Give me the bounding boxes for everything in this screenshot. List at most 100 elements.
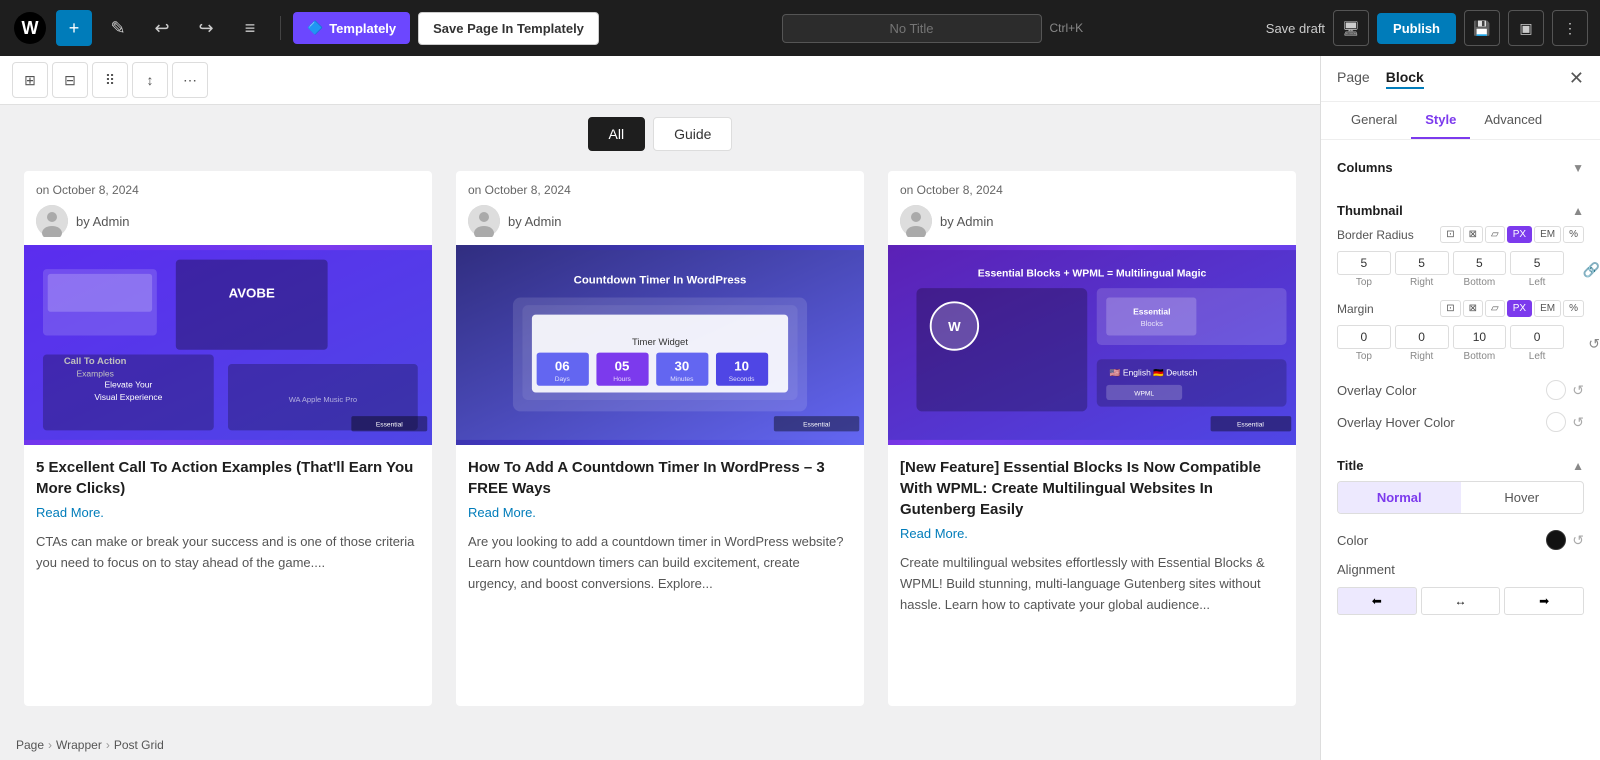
layout-icon: ▣ [1519,20,1532,37]
toolbar-drag-button[interactable]: ⠿ [92,62,128,98]
border-unit-percent[interactable]: % [1563,226,1584,243]
wp-logo[interactable]: W [12,10,48,46]
tab-general[interactable]: General [1337,102,1411,139]
toolbar-type-button[interactable]: ⊟ [52,62,88,98]
title-section-header[interactable]: Title ▲ [1337,450,1584,481]
title-color-circle[interactable] [1546,530,1566,550]
link-corners-icon[interactable]: 🔗 [1583,261,1600,278]
margin-unit-btn-icon2[interactable]: ⊠ [1463,300,1483,317]
align-left-button[interactable]: ⬅ [1337,587,1417,615]
margin-right-input[interactable] [1395,325,1449,349]
panel-close-button[interactable]: ✕ [1569,68,1584,89]
filter-all-button[interactable]: All [588,117,646,151]
normal-button[interactable]: Normal [1338,482,1461,513]
columns-header[interactable]: Columns ▼ [1337,152,1584,183]
border-unit-btn-icon2[interactable]: ⊠ [1463,226,1483,243]
margin-unit-px[interactable]: PX [1507,300,1532,317]
border-unit-px[interactable]: PX [1507,226,1532,243]
border-left-wrap: Left [1510,251,1564,288]
templately-button[interactable]: 🔷 Templately [293,12,410,44]
read-more-2[interactable]: Read More. [456,505,864,528]
border-top-input[interactable] [1337,251,1391,275]
save-draft-button[interactable]: Save draft [1266,21,1325,36]
border-unit-btn-icon1[interactable]: ⊡ [1440,226,1460,243]
overlay-hover-color-label: Overlay Hover Color [1337,415,1455,430]
margin-label: Margin [1337,302,1397,316]
filter-guide-button[interactable]: Guide [653,117,732,151]
border-unit-btn-icon3[interactable]: ▱ [1485,226,1505,243]
save-templately-button[interactable]: Save Page In Templately [418,12,599,45]
topbar: W + ✎ ↩ ↪ ≡ 🔷 Templately Save Page In Te… [0,0,1600,56]
overlay-hover-color-row: Overlay Hover Color ↺ [1337,406,1584,438]
edit-button[interactable]: ✎ [100,10,136,46]
margin-unit-btn-icon3[interactable]: ▱ [1485,300,1505,317]
overlay-hover-reset-icon[interactable]: ↺ [1572,414,1584,431]
toolbar-move-button[interactable]: ↕ [132,62,168,98]
thumbnail-header[interactable]: Thumbnail ▲ [1337,195,1584,226]
border-bottom-input[interactable] [1453,251,1507,275]
read-more-1[interactable]: Read More. [24,505,432,528]
templately-label: Templately [329,21,396,36]
tab-style[interactable]: Style [1411,102,1470,139]
svg-text:WPML: WPML [1134,390,1154,397]
svg-text:Visual Experience: Visual Experience [94,392,162,402]
redo-icon: ↪ [198,18,213,39]
panel-tabs: Page Block [1337,69,1424,89]
overlay-color-circle[interactable] [1546,380,1566,400]
svg-text:06: 06 [555,359,570,374]
breadcrumb-sep-1: › [48,738,52,752]
align-center-button[interactable]: ↔ [1421,587,1501,615]
align-right-button[interactable]: ➡ [1504,587,1584,615]
breadcrumb-post-grid[interactable]: Post Grid [114,738,164,752]
block-toolbar: ⊞ ⊟ ⠿ ↕ ⋯ [0,56,1320,105]
tab-advanced[interactable]: Advanced [1470,102,1556,139]
settings-view-button[interactable]: ▣ [1508,10,1544,46]
overlay-hover-color-circle[interactable] [1546,412,1566,432]
title-color-reset-icon[interactable]: ↺ [1572,532,1584,549]
tab-page[interactable]: Page [1337,69,1370,89]
toolbar-layout-button[interactable]: ⊞ [12,62,48,98]
publish-button[interactable]: Publish [1377,13,1456,44]
save-icon-button[interactable]: 💾 [1464,10,1500,46]
margin-bottom-input[interactable] [1453,325,1507,349]
undo-button[interactable]: ↩ [144,10,180,46]
margin-inputs-wrap: Top Right Bottom [1337,325,1584,362]
svg-text:Essential Blocks + WPML = Mult: Essential Blocks + WPML = Multilingual M… [978,269,1207,280]
border-number-inputs: Top Right Bottom [1337,251,1564,288]
add-block-button[interactable]: + [56,10,92,46]
post-card-3: on October 8, 2024 by Admin Essential Bl… [888,171,1296,706]
toolbar-more-button[interactable]: ⋯ [172,62,208,98]
border-unit-em[interactable]: EM [1534,226,1561,243]
margin-unit-buttons: ⊡ ⊠ ▱ PX EM % [1440,300,1584,317]
breadcrumb-wrapper[interactable]: Wrapper [56,738,102,752]
breadcrumb-page[interactable]: Page [16,738,44,752]
overlay-hover-color-swatch: ↺ [1546,412,1584,432]
margin-unit-percent[interactable]: % [1563,300,1584,317]
thumbnail-3: Essential Blocks + WPML = Multilingual M… [888,245,1296,445]
menu-button[interactable]: ≡ [232,10,268,46]
svg-text:Timer Widget: Timer Widget [632,337,688,348]
overlay-reset-icon[interactable]: ↺ [1572,382,1584,399]
post-title-3: [New Feature] Essential Blocks Is Now Co… [888,445,1296,526]
page-title-input[interactable] [782,14,1042,43]
border-left-input[interactable] [1510,251,1564,275]
dots-icon: ⋮ [1563,20,1577,37]
margin-top-input[interactable] [1337,325,1391,349]
main-layout: ⊞ ⊟ ⠿ ↕ ⋯ All Guide [0,56,1600,760]
redo-button[interactable]: ↪ [188,10,224,46]
margin-row: Margin ⊡ ⊠ ▱ PX EM % [1337,300,1584,317]
hover-button[interactable]: Hover [1461,482,1584,513]
tab-block[interactable]: Block [1386,69,1424,89]
post-meta-3: on October 8, 2024 [888,171,1296,201]
margin-group: Margin ⊡ ⊠ ▱ PX EM % [1337,300,1584,362]
border-right-input[interactable] [1395,251,1449,275]
margin-unit-em[interactable]: EM [1534,300,1561,317]
border-radius-row: Border Radius ⊡ ⊠ ▱ PX EM % [1337,226,1584,243]
margin-unit-btn-icon1[interactable]: ⊡ [1440,300,1460,317]
title-color-row: Color ↺ [1337,524,1584,556]
margin-left-input[interactable] [1510,325,1564,349]
preview-button[interactable]: 🖥 [1333,10,1369,46]
more-options-button[interactable]: ⋮ [1552,10,1588,46]
link-margin-icon[interactable]: ↺ [1588,335,1600,352]
read-more-3[interactable]: Read More. [888,526,1296,549]
